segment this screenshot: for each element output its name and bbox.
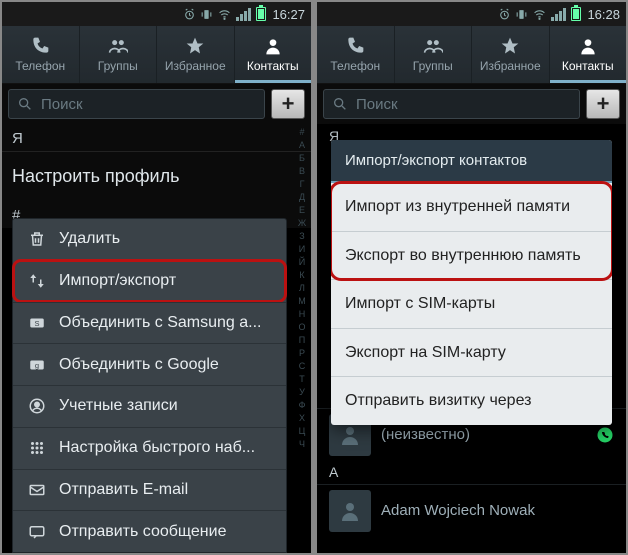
contact-name: Adam Wojciech Nowak <box>381 502 535 519</box>
dialpad-icon <box>27 439 47 457</box>
import-export-dialog: Импорт/экспорт контактов Импорт из внутр… <box>331 140 612 425</box>
phone-icon <box>345 36 365 56</box>
menu-label: Учетные записи <box>59 397 178 415</box>
dialog-import-sim[interactable]: Импорт с SIM-карты <box>331 279 612 328</box>
alarm-icon <box>498 8 511 21</box>
menu-label: Объединить с Samsung а... <box>59 314 262 332</box>
import-export-icon <box>27 272 47 290</box>
menu-speed-dial[interactable]: Настройка быстрого наб... <box>13 427 286 469</box>
avatar <box>329 490 371 532</box>
tab-label: Избранное <box>165 59 226 73</box>
status-bar: 16:27 <box>2 2 311 26</box>
phone-left: 16:27 Телефон Группы Избранное Контакты … <box>2 2 311 553</box>
menu-merge-google[interactable]: g Объединить с Google <box>13 343 286 385</box>
status-time: 16:27 <box>272 7 305 22</box>
dialog-title: Импорт/экспорт контактов <box>331 140 612 183</box>
menu-label: Настройка быстрого наб... <box>59 439 255 457</box>
menu-import-export[interactable]: Импорт/экспорт <box>13 260 286 302</box>
svg-text:S: S <box>34 319 39 328</box>
status-time: 16:28 <box>587 7 620 22</box>
menu-merge-samsung[interactable]: S Объединить с Samsung а... <box>13 302 286 344</box>
search-input[interactable]: Поиск <box>8 89 265 119</box>
contact-name: (неизвестно) <box>381 426 470 443</box>
google-icon: g <box>27 356 47 374</box>
phone-right: 16:28 Телефон Группы Избранное Контакты … <box>317 2 626 553</box>
menu-label: Отправить сообщение <box>59 523 226 541</box>
groups-icon <box>423 36 443 56</box>
tab-label: Группы <box>98 59 138 73</box>
vibrate-icon <box>515 8 528 21</box>
search-icon <box>17 96 33 112</box>
tab-label: Контакты <box>562 59 614 73</box>
tab-contacts[interactable]: Контакты <box>234 26 312 83</box>
menu-accounts[interactable]: Учетные записи <box>13 385 286 427</box>
battery-icon <box>571 7 581 21</box>
menu-label: Отправить E-mail <box>59 481 188 499</box>
samsung-icon: S <box>27 314 47 332</box>
alarm-icon <box>183 8 196 21</box>
accounts-icon <box>27 397 47 415</box>
tab-groups[interactable]: Группы <box>79 26 157 83</box>
wifi-icon <box>532 8 547 21</box>
groups-icon <box>108 36 128 56</box>
dialog-send-vcard[interactable]: Отправить визитку через <box>331 376 612 425</box>
search-placeholder: Поиск <box>41 96 83 113</box>
tab-favorites[interactable]: Избранное <box>156 26 234 83</box>
profile-setup[interactable]: Настроить профиль <box>2 151 311 201</box>
top-tabs: Телефон Группы Избранное Контакты <box>2 26 311 84</box>
tab-label: Контакты <box>247 59 299 73</box>
search-placeholder: Поиск <box>356 96 398 113</box>
wifi-icon <box>217 8 232 21</box>
top-tabs: Телефон Группы Избранное Контакты <box>317 26 626 84</box>
tab-favorites[interactable]: Избранное <box>471 26 549 83</box>
add-contact-button[interactable]: + <box>586 89 620 119</box>
add-contact-button[interactable]: + <box>271 89 305 119</box>
context-menu: Удалить Импорт/экспорт S Объединить с Sa… <box>12 218 287 553</box>
tab-contacts[interactable]: Контакты <box>549 26 627 83</box>
whatsapp-icon <box>596 426 614 444</box>
status-bar: 16:28 <box>317 2 626 26</box>
dialog-export-sim[interactable]: Экспорт на SIM-карту <box>331 328 612 377</box>
email-icon <box>27 481 47 499</box>
contact-icon <box>263 36 283 56</box>
menu-label: Удалить <box>59 230 120 248</box>
vibrate-icon <box>200 8 213 21</box>
menu-send-email[interactable]: Отправить E-mail <box>13 469 286 511</box>
contact-icon <box>578 36 598 56</box>
menu-delete[interactable]: Удалить <box>13 219 286 260</box>
tab-label: Избранное <box>480 59 541 73</box>
star-icon <box>500 36 520 56</box>
signal-icon <box>551 8 567 21</box>
svg-text:g: g <box>35 361 39 370</box>
dialog-export-internal[interactable]: Экспорт во внутреннюю память <box>331 231 612 280</box>
menu-label: Импорт/экспорт <box>59 272 176 290</box>
list-item[interactable]: Adam Wojciech Nowak <box>317 484 626 536</box>
section-letter: A <box>317 460 626 484</box>
message-icon <box>27 523 47 541</box>
tab-label: Телефон <box>330 59 380 73</box>
section-me: Я <box>2 124 311 151</box>
trash-icon <box>27 230 47 248</box>
signal-icon <box>236 8 252 21</box>
search-input[interactable]: Поиск <box>323 89 580 119</box>
battery-icon <box>256 7 266 21</box>
tab-label: Телефон <box>15 59 65 73</box>
tab-phone[interactable]: Телефон <box>317 26 394 83</box>
tab-groups[interactable]: Группы <box>394 26 472 83</box>
menu-label: Объединить с Google <box>59 356 219 374</box>
search-icon <box>332 96 348 112</box>
tab-label: Группы <box>413 59 453 73</box>
dialog-import-internal[interactable]: Импорт из внутренней памяти <box>331 183 612 231</box>
menu-send-message[interactable]: Отправить сообщение <box>13 510 286 552</box>
search-row: Поиск + <box>317 84 626 124</box>
tab-phone[interactable]: Телефон <box>2 26 79 83</box>
star-icon <box>185 36 205 56</box>
phone-icon <box>30 36 50 56</box>
search-row: Поиск + <box>2 84 311 124</box>
